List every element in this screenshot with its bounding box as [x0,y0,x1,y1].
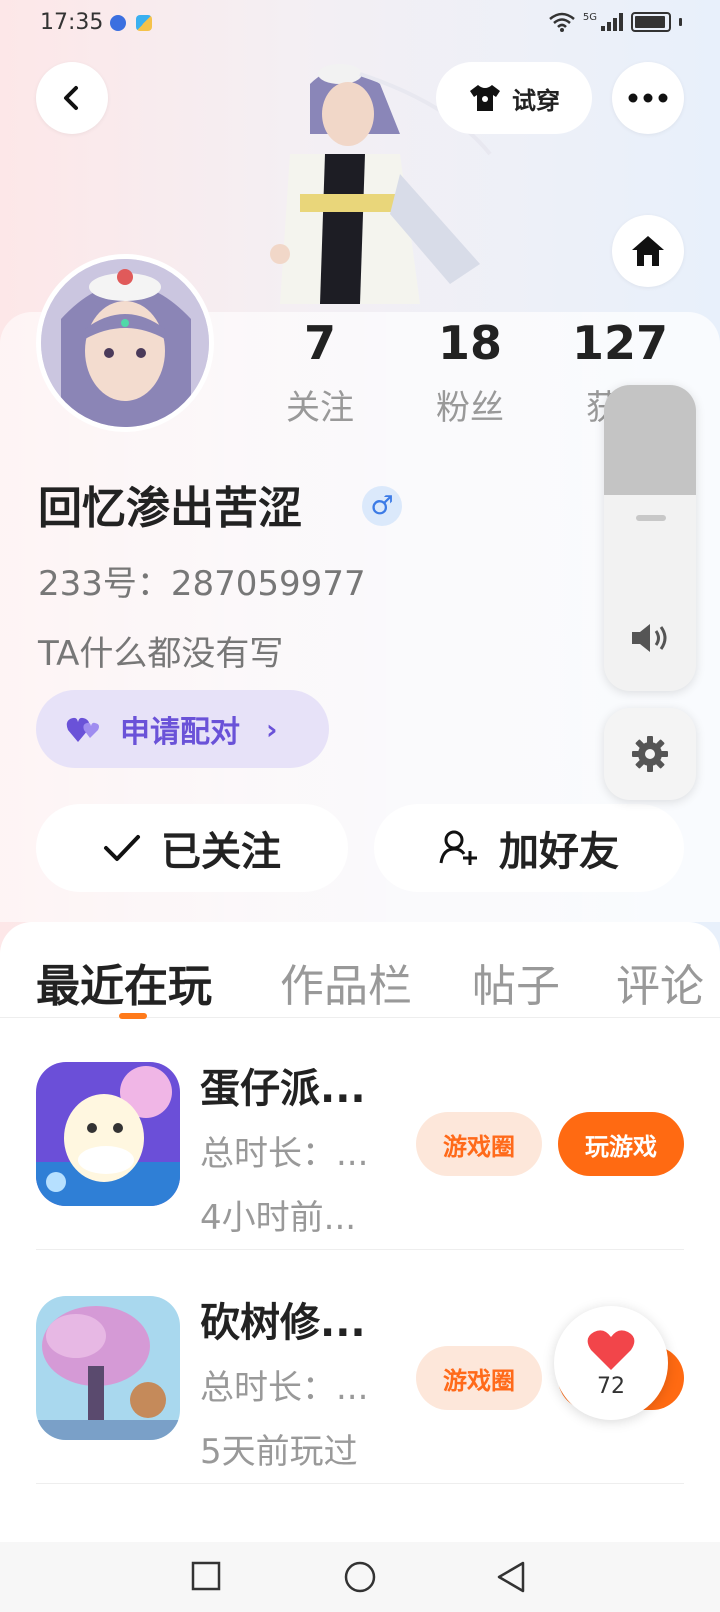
following-label: 关注 [286,388,354,428]
more-dots-icon [628,93,668,103]
user-bio: TA什么都没有写 [38,634,284,674]
back-button[interactable] [36,62,108,134]
username: 回忆渗出苦涩 [38,483,302,534]
more-options-button[interactable] [612,62,684,134]
volume-level-fill [604,385,696,496]
profile-tabs: 最近在玩 作品栏 帖子 评论 [0,922,720,1019]
try-on-button[interactable]: 试穿 [436,62,592,134]
like-bubble[interactable]: 72 [554,1306,668,1420]
request-pair-label: 申请配对 [120,715,240,750]
game-total-duration: 总时长：... [200,1368,369,1408]
list-item[interactable]: 蛋仔派... 总时长：... 4小时前... 游戏圈 玩游戏 [36,1018,684,1250]
tshirt-icon [470,85,500,111]
content-panel: 最近在玩 作品栏 帖子 评论 蛋仔派... 总时长：... 4小时前... 游戏… [0,922,720,1542]
game-circle-button[interactable]: 游戏圈 [416,1346,542,1410]
avatar[interactable] [36,254,214,432]
check-icon [104,835,140,861]
male-gender-icon: ♂ [362,486,402,526]
network-type-label: 5G [582,12,597,23]
home-button[interactable] [612,215,684,287]
add-friend-button[interactable]: 加好友 [374,804,684,892]
game-icon [36,1062,180,1206]
followed-label: 已关注 [161,829,281,875]
tab-posts[interactable]: 帖子 [472,950,560,1014]
eggy-party-icon [36,1062,180,1206]
battery-tip [679,18,682,26]
notification-dot-icon [110,15,126,31]
tab-comments[interactable]: 评论 [616,950,704,1014]
chevron-right-icon: › [266,712,278,746]
game-name: 蛋仔派... [200,1066,366,1112]
stat-following[interactable]: 7 关注 [250,318,390,429]
heart-icon [587,1329,635,1370]
signal-icon [601,13,623,31]
chevron-left-icon [64,86,78,110]
game-name: 砍树修... [200,1300,366,1346]
game-last-played: 5天前玩过 [200,1432,358,1472]
app-notification-icon [136,15,152,31]
fans-count: 18 [437,316,502,370]
add-friend-label: 加好友 [499,829,619,875]
gear-icon [632,736,668,772]
battery-icon [631,12,671,32]
volume-slider[interactable] [604,385,696,691]
add-user-icon [439,830,477,865]
user-id: 233号：287059977 [38,564,366,604]
request-pair-button[interactable]: 申请配对 › [36,690,329,768]
following-count: 7 [303,316,336,370]
likes-count: 127 [571,316,669,370]
like-count: 72 [597,1373,625,1399]
stat-fans[interactable]: 18 粉丝 [400,318,540,429]
game-last-played: 4小时前... [200,1198,357,1238]
sound-settings-button[interactable] [604,708,696,800]
avatar-portrait [41,259,209,427]
home-icon [632,236,664,266]
system-nav-bar [0,1542,720,1612]
tab-works[interactable]: 作品栏 [280,950,412,1014]
game-total-duration: 总时长：... [200,1134,369,1174]
home-nav-button[interactable] [343,1560,377,1594]
status-time: 17:35 [40,10,104,35]
play-game-button[interactable]: 玩游戏 [558,1112,684,1176]
tab-recently-played[interactable]: 最近在玩 [36,950,212,1014]
recent-apps-button[interactable] [190,1560,222,1592]
volume-handle[interactable] [636,515,666,521]
hearts-icon [66,717,99,742]
tree-cutting-game-icon [36,1296,180,1440]
speaker-icon [632,624,667,652]
status-bar: 17:35 5G [0,0,720,48]
back-nav-button[interactable] [495,1560,527,1594]
try-on-label: 试穿 [512,86,560,115]
game-icon [36,1296,180,1440]
game-circle-button[interactable]: 游戏圈 [416,1112,542,1176]
status-icons: 5G [549,12,682,32]
fans-label: 粉丝 [436,388,504,428]
followed-button[interactable]: 已关注 [36,804,348,892]
wifi-icon [549,12,575,32]
